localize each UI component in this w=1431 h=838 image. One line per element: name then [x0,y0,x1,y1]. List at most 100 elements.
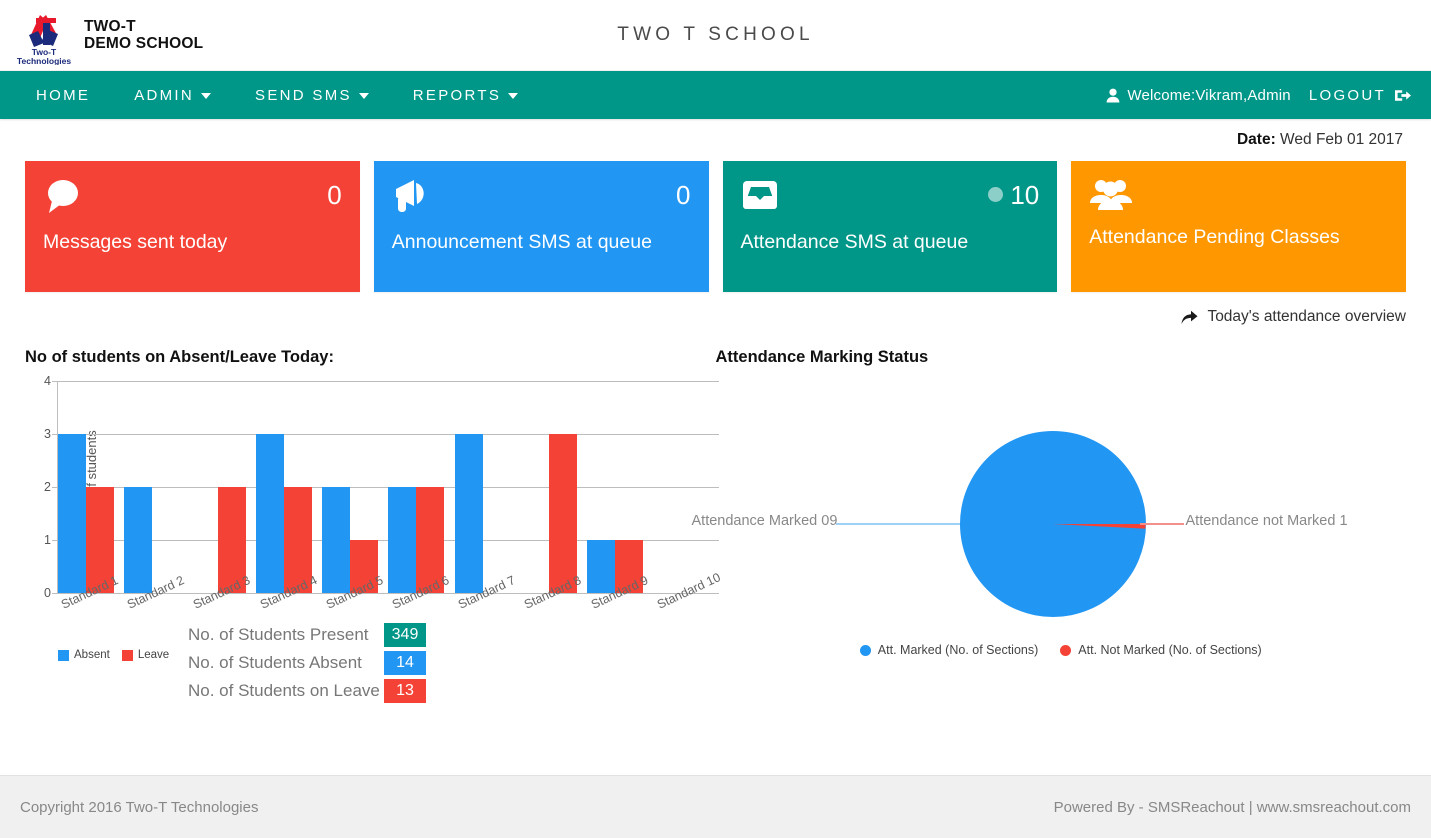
bar-absent[interactable] [586,540,615,593]
bar-group [58,381,124,593]
nav-label-admin: ADMIN [134,86,195,104]
pie-leader-line-left [835,523,960,525]
card-label: Attendance Pending Classes [1089,226,1340,248]
charts-section: No of students on Absent/Leave Today: Nu… [0,348,1431,707]
status-dot-icon [988,187,1004,202]
y-axis-tickmark [52,434,57,435]
bar-leave[interactable] [548,434,577,593]
card-icon-row [1089,177,1388,223]
card-value: 0 [676,180,691,210]
welcome-text: Welcome:Vikram,Admin [1127,86,1291,104]
pie-label-marked: Attendance Marked 09 [691,513,838,529]
nav-user-area: Welcome:Vikram,Admin LOGOUT [1106,87,1431,104]
bar-absent[interactable] [256,434,285,593]
pie-leader-line-right [1139,523,1184,525]
card-label: Messages sent today [43,231,228,253]
bar-group [322,381,388,593]
bar-chart-x-axis-labels: Standard 1 Standard 2 Standard 3 Standard 4… [58,570,722,643]
y-axis-tick: 2 [44,480,51,494]
y-axis-tick: 3 [44,427,51,441]
pie-legend-item-marked[interactable]: Att. Marked (No. of Sections) [859,643,1039,657]
bar-group [521,381,587,593]
legend-label-leave: Leave [137,649,170,661]
nav-item-reports[interactable]: REPORTS [391,87,540,104]
bar-group [586,381,653,593]
legend-item-leave[interactable]: Leave [121,649,170,661]
count-badge: 14 [384,651,426,675]
bar-group [454,381,521,593]
users-icon [1090,180,1133,210]
nav-items: HOME ADMIN SEND SMS REPORTS [0,87,540,104]
pie-legend-dot-marked [859,644,871,656]
count-badge: 13 [384,679,426,703]
pie-circle[interactable] [959,431,1146,617]
brand[interactable]: Two-T Technologies TWO-T DEMO SCHOOL [0,5,203,65]
two-t-logo-icon: Two-T Technologies [17,15,71,65]
bar-group [190,381,256,593]
card-value-wrap: 10 [988,177,1039,213]
y-axis-tick: 0 [44,586,51,600]
pie-chart-title: Attendance Marking Status [715,348,929,366]
card-icon-row: 0 [43,177,342,223]
card-messages-sent-today[interactable]: 0 Messages sent today [25,161,360,292]
pie-legend-item-not-marked[interactable]: Att. Not Marked (No. of Sections) [1060,643,1262,657]
top-header: Two-T Technologies TWO-T DEMO SCHOOL TWO… [0,0,1431,71]
pie-slice-not-marked[interactable] [1052,524,1146,529]
nav-item-home[interactable]: HOME [14,87,112,104]
pie-chart-legend: Att. Marked (No. of Sections) Att. Not M… [716,643,1407,657]
y-axis-tickmark [52,540,57,541]
card-icon-row: 0 [392,177,691,223]
logout-button[interactable]: LOGOUT [1309,87,1419,104]
bar-series [58,381,719,593]
bar-absent[interactable] [388,487,417,593]
nav-item-admin[interactable]: ADMIN [112,87,233,104]
card-value: 0 [327,180,342,210]
card-attendance-sms-queue[interactable]: 10 Attendance SMS at queue [722,161,1058,292]
legend-item-absent[interactable]: Absent [58,649,110,661]
brand-line-1: TWO-T [84,18,136,35]
logout-label: LOGOUT [1308,86,1386,104]
footer-website[interactable]: www.smsreachout.com [1257,799,1411,816]
main-navigation: HOME ADMIN SEND SMS REPORTS Welcome:Vikr… [0,71,1431,119]
inbox-icon [742,181,777,209]
y-axis-tickmark [52,487,57,488]
footer-powered-label: Powered By - SMSReachout [1053,798,1245,816]
welcome-user[interactable]: Welcome:Vikram,Admin [1106,87,1309,104]
company-logo: Two-T Technologies [16,5,74,65]
nav-label-send-sms: SEND SMS [255,86,352,104]
pie-legend-label-marked: Att. Marked (No. of Sections) [877,643,1039,657]
bar-chart-panel: No of students on Absent/Leave Today: Nu… [25,348,722,707]
page-title: TWO T SCHOOL [617,24,814,45]
bar-chart-title: No of students on Absent/Leave Today: [25,348,334,366]
logo-text-bottom: Technologies [17,56,71,65]
sign-out-icon [1395,89,1411,101]
date-label: Date: [1236,131,1276,148]
legend-label-absent: Absent [74,649,110,661]
card-label: Announcement SMS at queue [391,231,652,253]
y-axis-tickmark [52,593,57,594]
bar-group [124,381,190,593]
footer-separator: | [1248,798,1253,816]
user-icon [1106,88,1120,102]
bar-absent[interactable] [454,434,483,593]
legend-swatch-absent [58,649,69,661]
bar-absent[interactable] [124,487,153,593]
share-arrow-icon [1181,310,1198,324]
legend-swatch-leave [121,649,133,661]
overview-link-label: Today's attendance overview [1207,308,1406,325]
chevron-down-icon [358,93,369,99]
chevron-down-icon [201,93,212,99]
bar-absent[interactable] [322,487,351,593]
comment-icon [48,180,78,213]
pie-legend-dot-not-marked [1060,644,1072,656]
todays-attendance-overview-link[interactable]: Today's attendance overview [0,308,1406,326]
card-attendance-pending-classes[interactable]: Attendance Pending Classes [1071,161,1406,292]
brand-name: TWO-T DEMO SCHOOL [84,18,203,52]
card-announcement-sms-queue[interactable]: 0 Announcement SMS at queue [373,161,709,292]
bar-group [388,381,454,593]
footer-powered-by: Powered By - SMSReachout | www.smsreacho… [1054,799,1411,816]
bar-absent[interactable] [58,434,86,593]
bullhorn-icon [395,180,424,212]
nav-item-send-sms[interactable]: SEND SMS [233,87,391,104]
y-axis-tick: 1 [44,533,51,547]
